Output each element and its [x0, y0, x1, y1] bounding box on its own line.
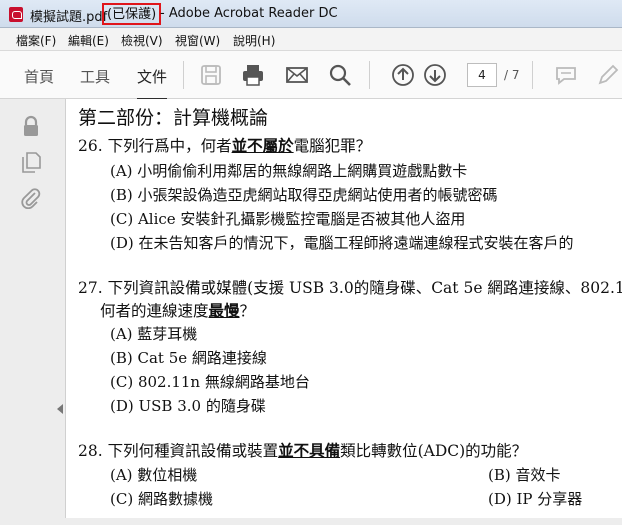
option-27-d: (D) USB 3.0 的隨身碟 [110, 397, 266, 415]
option-28-d: (D) IP 分享器 [488, 490, 583, 508]
question-26: 26. 下列行爲中，何者並不屬於電腦犯罪？ [78, 134, 371, 156]
menu-file[interactable]: 檔案(F) [16, 32, 56, 49]
collapse-pane-arrow-icon[interactable] [57, 404, 63, 414]
toolbar-divider [183, 61, 184, 89]
menu-help[interactable]: 說明(H) [233, 32, 275, 49]
left-navigation-pane [0, 99, 66, 525]
page-number-input[interactable]: 4 [467, 63, 497, 87]
question-emphasis: 並不屬於 [231, 136, 294, 155]
option-27-c: (C) 802.11n 無線網路基地台 [110, 373, 310, 391]
window-file-name: 模擬試題.pdf [30, 10, 108, 25]
option-26-c: (C) Alice 安裝針孔攝影機監控電腦是否被其他人盜用 [110, 210, 466, 228]
tab-home[interactable]: 首頁 [24, 66, 54, 87]
question-27: 27. 下列資訊設備或媒體(支援 USB 3.0的隨身碟、Cat 5e 網路連接… [78, 279, 622, 297]
option-28-b: (B) 音效卡 [488, 466, 561, 484]
option-26-b: (B) 小張架設偽造亞虎網站取得亞虎網站使用者的帳號密碼 [110, 186, 498, 204]
toolbar-divider [532, 61, 533, 89]
question-emphasis: 最慢 [208, 301, 240, 320]
tab-document[interactable]: 文件 [137, 66, 168, 101]
option-28-c: (C) 網路數據機 [110, 490, 213, 508]
page-total: / 7 [504, 68, 520, 82]
arrow-down-circle-icon[interactable] [423, 63, 447, 87]
menu-window[interactable]: 視窗(W) [175, 32, 220, 49]
title-bar: 模擬試題.pdf (已保護) - Adobe Acrobat Reader DC [0, 0, 622, 28]
lock-icon[interactable] [20, 115, 42, 137]
tab-tools[interactable]: 工具 [80, 66, 110, 87]
acrobat-pdf-icon [9, 7, 23, 22]
window-app-title: - Adobe Acrobat Reader DC [160, 6, 338, 21]
menu-view[interactable]: 檢視(V) [121, 32, 163, 49]
search-icon[interactable] [328, 63, 352, 87]
question-text: 何者的連線速度 [100, 302, 209, 320]
option-26-a: (A) 小明偷偷利用鄰居的無線網路上網購買遊戲點數卡 [110, 162, 468, 180]
protected-label: (已保護) [102, 3, 162, 25]
pages-icon[interactable] [20, 151, 42, 173]
question-text: 28. 下列何種資訊設備或裝置 [78, 442, 279, 460]
question-text: 電腦犯罪？ [293, 137, 372, 155]
question-text: 26. 下列行爲中，何者 [78, 137, 232, 155]
mail-icon[interactable] [285, 63, 309, 87]
toolbar: 首頁 工具 文件 4 / 7 [0, 51, 622, 101]
bottom-border [0, 518, 622, 525]
toolbar-divider [369, 61, 370, 89]
document-page: 第二部份：計算機概論 26. 下列行爲中，何者並不屬於電腦犯罪？ (A) 小明偷… [66, 99, 622, 525]
menu-edit[interactable]: 編輯(E) [68, 32, 109, 49]
arrow-up-circle-icon[interactable] [391, 63, 415, 87]
question-emphasis: 並不具備 [278, 441, 341, 460]
pen-icon[interactable] [596, 63, 620, 87]
save-icon[interactable] [199, 63, 223, 87]
print-icon[interactable] [241, 63, 265, 87]
option-28-a: (A) 數位相機 [110, 466, 198, 484]
paperclip-icon[interactable] [20, 187, 42, 209]
option-27-b: (B) Cat 5e 網路連接線 [110, 349, 267, 367]
question-28: 28. 下列何種資訊設備或裝置並不具備類比轉數位(ADC)的功能？ [78, 439, 527, 461]
question-27-line2: 何者的連線速度最慢？ [100, 299, 255, 321]
menu-bar: 檔案(F) 編輯(E) 檢視(V) 視窗(W) 說明(H) [0, 28, 622, 51]
section-title: 第二部份：計算機概論 [78, 107, 269, 129]
option-27-a: (A) 藍芽耳機 [110, 325, 198, 343]
comment-icon[interactable] [554, 63, 578, 87]
option-26-d: (D) 在未告知客戶的情況下，電腦工程師將遠端連線程式安裝在客戶的 [110, 234, 574, 252]
question-text: 類比轉數位(ADC)的功能？ [340, 442, 528, 460]
question-text: ？ [239, 302, 256, 320]
